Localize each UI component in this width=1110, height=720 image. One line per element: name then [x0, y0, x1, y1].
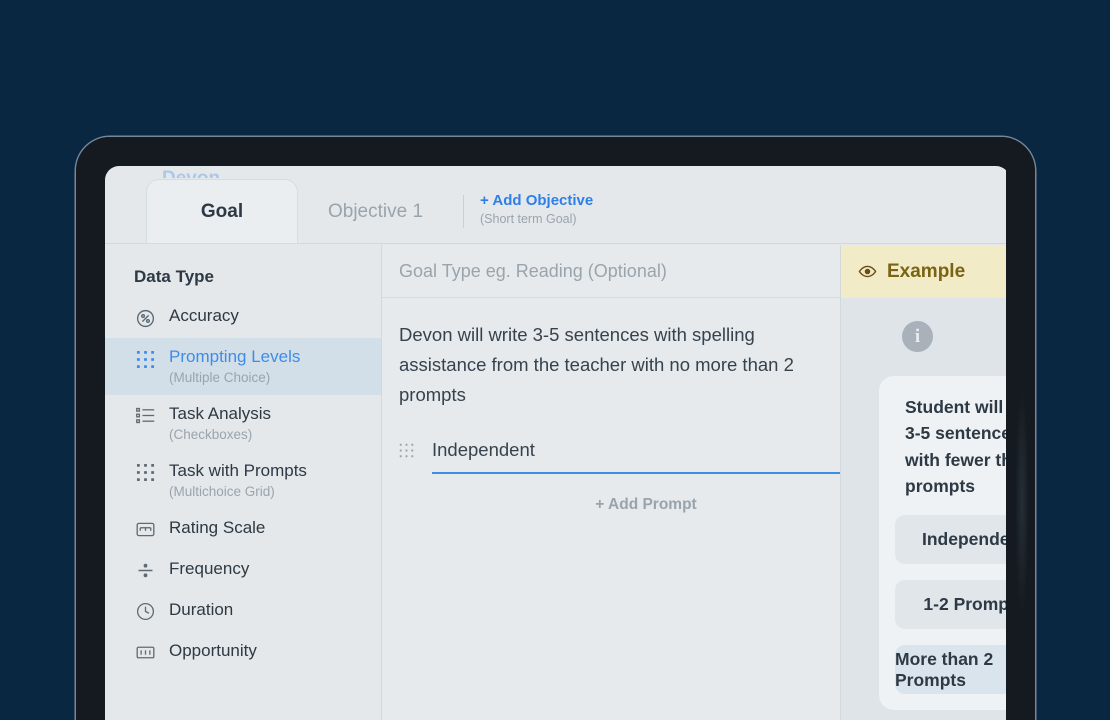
opportunity-icon	[134, 642, 156, 664]
goal-tabbar: Goal Objective 1 + Add Objective (Short …	[105, 179, 1010, 244]
sidebar-item-sublabel: (Multiple Choice)	[169, 370, 271, 386]
percent-circle-icon	[134, 307, 156, 329]
info-icon[interactable]: i	[902, 321, 933, 352]
example-option-more-than-2-prompts[interactable]: More than 2 Prompts	[895, 645, 1010, 694]
add-objective-button[interactable]: + Add Objective (Short term Goal)	[480, 192, 593, 226]
sidebar-item-duration[interactable]: Duration	[105, 591, 381, 632]
sidebar-item-frequency[interactable]: Frequency	[105, 550, 381, 591]
sidebar-item-accuracy[interactable]: Accuracy	[105, 297, 381, 338]
tab-divider	[463, 195, 464, 228]
goal-type-placeholder: Goal Type eg. Reading (Optional)	[399, 260, 667, 281]
add-objective-label: + Add Objective	[480, 192, 594, 209]
student-name-peek: Devon	[162, 168, 220, 178]
tablet-device-frame: Devon Goal Objective 1 + Add Objective (…	[76, 137, 1035, 720]
sidebar-item-sublabel: (Multichoice Grid)	[169, 484, 275, 500]
sidebar-title: Data Type	[134, 267, 214, 286]
sidebar-item-label: Task Analysis	[169, 403, 272, 423]
sidebar-item-sublabel: (Checkboxes)	[169, 427, 253, 443]
add-objective-sublabel: (Short term Goal)	[480, 212, 577, 226]
example-preview-panel: Example i Student will write 3-5 sentenc…	[840, 245, 1010, 720]
example-option-independent[interactable]: Independent	[895, 515, 1010, 564]
dot-grid-icon	[134, 348, 156, 370]
sidebar-item-label: Opportunity	[169, 640, 257, 660]
example-option-1-2-prompts[interactable]: 1-2 Prompts	[895, 580, 1010, 629]
sidebar-item-prompting-levels[interactable]: Prompting Levels (Multiple Choice)	[105, 338, 381, 395]
tablet-screen: Devon Goal Objective 1 + Add Objective (…	[105, 166, 1010, 720]
sidebar-item-label: Task with Prompts	[169, 460, 307, 480]
sidebar-item-task-with-prompts[interactable]: Task with Prompts (Multichoice Grid)	[105, 452, 381, 509]
tab-objective-1-label: Objective 1	[327, 200, 424, 222]
sidebar-item-label: Prompting Levels	[169, 347, 301, 366]
eye-icon	[858, 262, 877, 281]
screenshot-stage: Devon Goal Objective 1 + Add Objective (…	[0, 0, 1110, 720]
tab-objective-1[interactable]: Objective 1	[298, 179, 453, 244]
device-bezel-left	[76, 137, 105, 720]
sidebar-item-label: Frequency	[169, 558, 250, 578]
dot-grid-icon	[134, 462, 156, 484]
example-header[interactable]: Example	[841, 245, 1010, 298]
divide-icon	[134, 560, 156, 582]
sidebar-item-rating-scale[interactable]: Rating Scale	[105, 509, 381, 550]
sidebar-item-label: Rating Scale	[169, 517, 266, 537]
device-bezel-top	[76, 137, 1035, 166]
sidebar-item-label: Accuracy	[169, 306, 239, 325]
checklist-icon	[134, 405, 156, 427]
data-type-sidebar: Data Type Accuracy Prompting Levels (Mul…	[105, 245, 382, 720]
device-bezel-right	[1006, 137, 1035, 720]
sidebar-item-label: Duration	[169, 599, 234, 619]
rating-scale-icon	[134, 519, 156, 541]
tab-goal[interactable]: Goal	[146, 179, 298, 244]
clock-icon	[134, 601, 156, 623]
sidebar-item-task-analysis[interactable]: Task Analysis (Checkboxes)	[105, 395, 381, 452]
example-card: Student will write 3-5 sentences with fe…	[879, 376, 1010, 710]
sidebar-item-opportunity[interactable]: Opportunity	[105, 632, 381, 673]
app-root: Devon Goal Objective 1 + Add Objective (…	[105, 166, 1010, 720]
drag-dots-icon[interactable]	[399, 443, 419, 458]
tab-goal-label: Goal	[200, 200, 244, 222]
example-card-title: Student will write 3-5 sentences with fe…	[905, 397, 1010, 496]
goal-text-input[interactable]: Devon will write 3-5 sentences with spel…	[382, 298, 837, 410]
example-header-label: Example	[887, 260, 966, 282]
